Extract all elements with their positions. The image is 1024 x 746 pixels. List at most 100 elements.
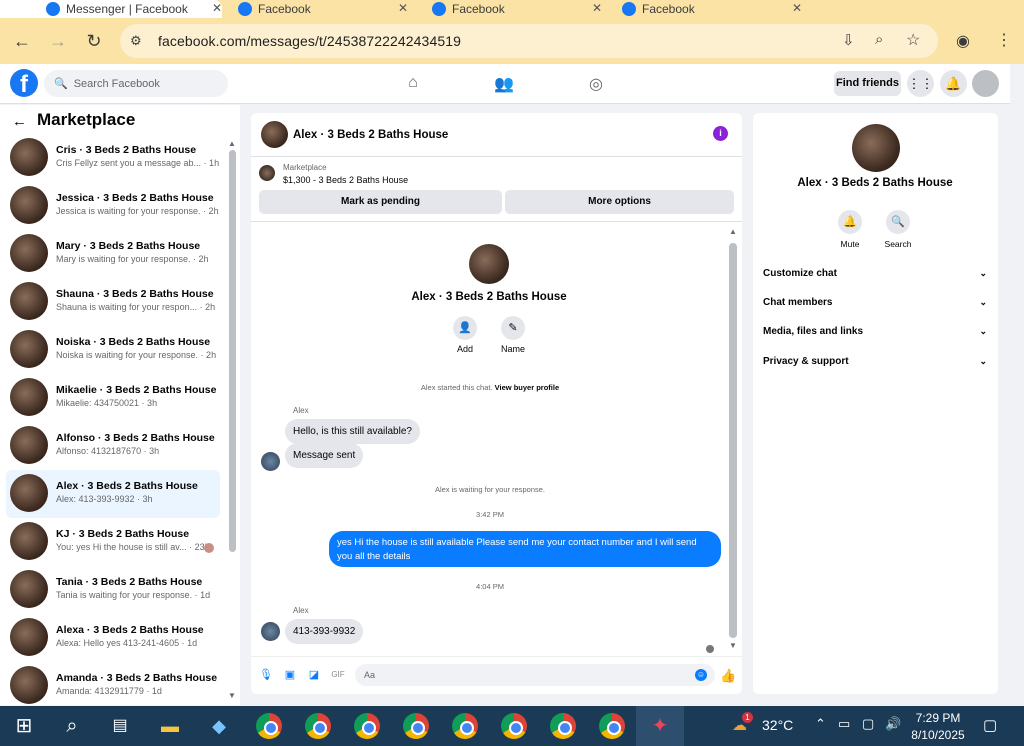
listing-title[interactable]: $1,300 - 3 Beds 2 Baths House [283,175,408,185]
copilot-icon[interactable]: ◆ [204,712,234,740]
chat-list-item[interactable]: Jessica · 3 Beds 2 Baths House Jessica is… [6,182,220,230]
gif-icon[interactable]: GIF [331,668,345,682]
tab-facebook-4[interactable]: Facebook ✕ [622,0,802,18]
meet-icon[interactable]: ▭ [838,716,850,732]
app-icon[interactable]: ✦ [645,712,675,740]
network-icon[interactable]: ▢ [862,716,874,732]
message-bubble[interactable]: 413-393-9932 [285,619,364,644]
chat-preview: Mikaelie: 434750021 · 3h [56,398,158,408]
friends-icon[interactable]: 👥 [494,74,514,94]
notifications-bell-icon[interactable]: 🔔 [940,70,967,97]
conversation-avatar[interactable] [261,121,288,148]
mark-as-pending-button[interactable]: Mark as pending [259,190,502,214]
close-tab-icon[interactable]: ✕ [212,1,222,15]
emoji-icon[interactable]: ☺ [695,669,707,681]
chevron-up-icon[interactable]: ⌃ [815,716,826,732]
view-buyer-profile-link[interactable]: View buyer profile [495,383,559,392]
chat-list-item[interactable]: Shauna · 3 Beds 2 Baths House Shauna is w… [6,278,220,326]
search-in-chat-button[interactable]: 🔍 Search [878,210,918,249]
find-friends-button[interactable]: Find friends [834,71,901,96]
profile-icon[interactable]: ◉ [956,31,970,51]
volume-icon[interactable]: 🔊 [885,716,901,732]
zoom-icon[interactable]: ⌕ [875,31,883,48]
chat-list-item[interactable]: Amanda · 3 Beds 2 Baths House Amanda: 413… [6,662,220,710]
facebook-logo-icon[interactable]: f [10,69,38,98]
chat-list-item[interactable]: Cris · 3 Beds 2 Baths House Cris Fellyz s… [6,134,220,182]
scroll-up-icon[interactable]: ▲ [729,227,737,236]
menu-kebab-icon[interactable]: ⋮ [996,30,1012,50]
page-scrollbar[interactable] [1010,64,1024,706]
close-tab-icon[interactable]: ✕ [592,1,602,15]
info-icon[interactable]: i [713,126,728,141]
chat-list-item[interactable]: KJ · 3 Beds 2 Baths House You: yes Hi the… [6,518,220,566]
media-files-links-row[interactable]: Media, files and links ⌄ [763,326,991,337]
site-info-icon[interactable]: ⚙ [130,33,142,49]
file-explorer-icon[interactable]: ▬ [155,712,185,740]
chrome-icon[interactable] [501,713,527,739]
listing-thumbnail[interactable] [259,165,275,181]
add-button[interactable]: 👤 Add [440,316,490,354]
chat-list-item[interactable]: Alex · 3 Beds 2 Baths House Alex: 413-393… [6,470,220,518]
sticker-icon[interactable]: ◪ [307,668,321,682]
forward-icon[interactable]: → [47,30,69,52]
message-bubble[interactable]: Hello, is this still available? [285,419,420,444]
back-arrow-icon[interactable]: ← [12,113,27,130]
chat-list-scrollbar[interactable] [229,150,236,552]
photo-icon[interactable]: ▣ [283,668,297,682]
tab-messenger[interactable]: Messenger | Facebook ✕ [0,0,222,18]
message-bubble[interactable]: Message sent [285,443,364,468]
clock[interactable]: 7:29 PM 8/10/2025 [908,710,968,744]
chat-list-item[interactable]: Mary · 3 Beds 2 Baths House Mary is waiti… [6,230,220,278]
search-icon[interactable]: ⌕ [57,712,87,740]
back-icon[interactable]: ← [11,30,33,52]
search-input[interactable]: 🔍 Search Facebook [44,70,228,97]
task-view-icon[interactable]: ▤ [105,712,135,740]
menu-grid-icon[interactable]: ⋮⋮ [907,70,934,97]
message-input[interactable]: Aa [355,664,715,686]
messages-scrollbar[interactable] [729,243,737,638]
sender-avatar[interactable] [261,452,280,471]
notification-center-icon[interactable]: ▢ [983,716,997,734]
conversation-title[interactable]: Alex · 3 Beds 2 Baths House [293,129,448,141]
chrome-icon[interactable] [550,713,576,739]
scroll-up-icon[interactable]: ▲ [228,139,236,148]
temperature[interactable]: 32°C [762,717,793,733]
groups-icon[interactable]: ◎ [586,74,606,94]
chat-members-row[interactable]: Chat members ⌄ [763,297,991,308]
chrome-icon[interactable] [403,713,429,739]
chrome-icon[interactable] [354,713,380,739]
install-app-icon[interactable]: ⇩ [842,31,855,49]
chat-list-item[interactable]: Mikaelie · 3 Beds 2 Baths House Mikaelie:… [6,374,220,422]
reload-icon[interactable]: ↻ [83,30,105,52]
thumbs-up-icon[interactable]: 👍 [720,668,736,684]
sender-avatar[interactable] [261,622,280,641]
scroll-down-icon[interactable]: ▼ [729,641,737,650]
details-avatar[interactable] [852,124,900,172]
chrome-icon[interactable] [256,713,282,739]
account-avatar[interactable] [972,70,999,97]
customize-chat-row[interactable]: Customize chat ⌄ [763,268,991,279]
name-button[interactable]: ✎ Name [488,316,538,354]
chat-list-item[interactable]: Alfonso · 3 Beds 2 Baths House Alfonso: 4… [6,422,220,470]
chrome-icon[interactable] [305,713,331,739]
microphone-icon[interactable]: 🎙 [259,668,273,682]
tab-facebook-2[interactable]: Facebook ✕ [238,0,408,18]
chat-list-item[interactable]: Alexa · 3 Beds 2 Baths House Alexa: Hello… [6,614,220,662]
home-icon[interactable]: ⌂ [403,74,423,94]
tab-facebook-3[interactable]: Facebook ✕ [432,0,602,18]
more-options-button[interactable]: More options [505,190,734,214]
bookmark-star-icon[interactable]: ☆ [906,30,920,50]
chrome-icon[interactable] [452,713,478,739]
scroll-down-icon[interactable]: ▼ [228,691,236,700]
my-message-bubble[interactable]: yes Hi the house is still available Plea… [329,531,721,567]
windows-start-icon[interactable]: ⊞ [9,712,39,740]
mute-button[interactable]: 🔔 Mute [830,210,870,249]
privacy-support-row[interactable]: Privacy & support ⌄ [763,356,991,367]
close-tab-icon[interactable]: ✕ [792,1,802,15]
profile-avatar[interactable] [469,244,509,284]
chat-list-item[interactable]: Noiska · 3 Beds 2 Baths House Noiska is w… [6,326,220,374]
chrome-icon[interactable] [599,713,625,739]
close-tab-icon[interactable]: ✕ [398,1,408,15]
chat-list-item[interactable]: Tania · 3 Beds 2 Baths House Tania is wai… [6,566,220,614]
url-text[interactable]: facebook.com/messages/t/2453872224243451… [158,33,461,49]
